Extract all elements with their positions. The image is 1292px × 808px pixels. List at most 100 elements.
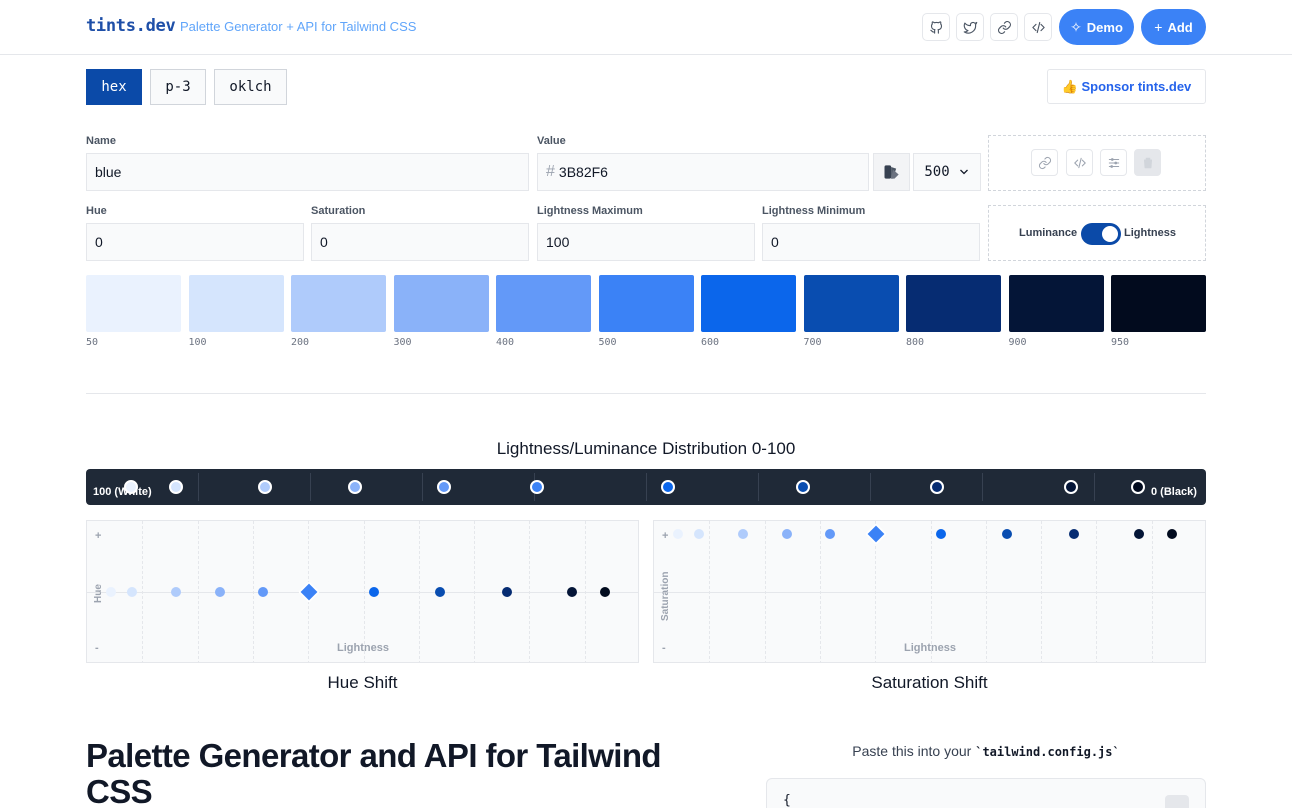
distribution-handle-200[interactable] [258, 480, 272, 494]
saturation-label: Saturation [311, 205, 366, 217]
grid-line [1151, 521, 1153, 662]
shift-point-500[interactable] [298, 581, 320, 603]
swatch-800[interactable] [906, 275, 1001, 332]
grid-line [584, 521, 586, 662]
name-input[interactable]: blue [86, 153, 529, 191]
add-button[interactable]: + Add [1141, 9, 1206, 45]
distribution-white-label: 100 (White) [93, 486, 152, 498]
swatch-label: 400 [496, 337, 515, 348]
grid-line [1096, 521, 1098, 662]
hue-plus: + [95, 530, 102, 542]
swatch-950[interactable] [1111, 275, 1206, 332]
luminance-lightness-toggle[interactable] [1081, 223, 1121, 245]
swatch-400[interactable] [496, 275, 591, 332]
distribution-handle-600[interactable] [661, 480, 675, 494]
copy-config-button[interactable] [1165, 795, 1189, 808]
color-picker-button[interactable] [873, 153, 910, 191]
distribution-handle-700[interactable] [796, 480, 810, 494]
config-code-block[interactable]: { [766, 778, 1206, 808]
lightness-min-input[interactable]: 0 [762, 223, 980, 261]
toggle-knob [1102, 226, 1118, 242]
shift-point-200[interactable] [738, 529, 748, 539]
distribution-handle-950[interactable] [1131, 480, 1145, 494]
shift-point-800[interactable] [502, 587, 512, 597]
shade-select[interactable]: 500 [913, 153, 981, 191]
link-button[interactable] [990, 13, 1018, 41]
saturation-axis-label: Saturation [660, 571, 671, 621]
swatch-200[interactable] [291, 275, 386, 332]
github-icon [929, 20, 942, 34]
swatch-label: 100 [188, 337, 207, 348]
lightness-max-input[interactable]: 100 [537, 223, 755, 261]
shift-point-900[interactable] [567, 587, 577, 597]
palette-icon [884, 165, 899, 179]
tab-oklch[interactable]: oklch [214, 69, 287, 105]
value-input[interactable]: # 3B82F6 [537, 153, 869, 191]
distribution-handle-300[interactable] [348, 480, 362, 494]
distribution-handle-800[interactable] [930, 480, 944, 494]
distribution-handle-50[interactable] [124, 480, 138, 494]
plus-icon: + [1154, 19, 1163, 35]
code-button[interactable] [1024, 13, 1052, 41]
swatch-label: 200 [291, 337, 310, 348]
copy-code-button[interactable] [1066, 149, 1093, 176]
distribution-handle-500[interactable] [530, 480, 544, 494]
saturation-shift-title: Saturation Shift [871, 673, 988, 692]
shift-point-200[interactable] [171, 587, 181, 597]
shift-point-950[interactable] [600, 587, 610, 597]
shift-point-400[interactable] [825, 529, 835, 539]
divider [86, 393, 1206, 394]
tab-hex[interactable]: hex [86, 69, 142, 105]
grid-line [474, 521, 476, 662]
shift-point-100[interactable] [694, 529, 704, 539]
shift-point-600[interactable] [369, 587, 379, 597]
distribution-tick [422, 473, 423, 501]
lightness-max-value: 100 [546, 234, 570, 250]
sliders-icon [1108, 157, 1119, 168]
shift-point-700[interactable] [1002, 529, 1012, 539]
settings-button[interactable] [1100, 149, 1127, 176]
hue-input[interactable]: 0 [86, 223, 304, 261]
grid-line [418, 521, 420, 662]
tab-p3[interactable]: p-3 [150, 69, 206, 105]
swatch-600[interactable] [701, 275, 796, 332]
shift-point-400[interactable] [258, 587, 268, 597]
grid-line [819, 521, 821, 662]
shift-point-50[interactable] [673, 529, 683, 539]
shift-point-100[interactable] [127, 587, 137, 597]
swatch-300[interactable] [393, 275, 489, 332]
code-icon [1031, 21, 1045, 33]
shift-point-600[interactable] [936, 529, 946, 539]
top-header: tints.dev Palette Generator + API for Ta… [0, 0, 1292, 55]
github-button[interactable] [922, 13, 950, 41]
trash-icon [1143, 157, 1152, 168]
distribution-handle-100[interactable] [169, 480, 183, 494]
distribution-handle-900[interactable] [1064, 480, 1078, 494]
saturation-input[interactable]: 0 [311, 223, 529, 261]
shift-point-50[interactable] [106, 587, 116, 597]
shift-point-900[interactable] [1134, 529, 1144, 539]
swatch-900[interactable] [1008, 275, 1104, 332]
shift-point-950[interactable] [1167, 529, 1177, 539]
distribution-handle-400[interactable] [437, 480, 451, 494]
logo[interactable]: tints.dev [86, 16, 176, 36]
grid-line [930, 521, 932, 662]
hue-label: Hue [86, 205, 107, 217]
shift-point-800[interactable] [1069, 529, 1079, 539]
demo-button[interactable]: ✧ Demo [1059, 9, 1134, 45]
swatch-500[interactable] [598, 275, 694, 332]
copy-link-button[interactable] [1031, 149, 1058, 176]
grid-line [252, 521, 254, 662]
sponsor-button[interactable]: 👍 Sponsor tints.dev [1047, 69, 1206, 104]
swatch-100[interactable] [188, 275, 284, 332]
delete-button[interactable] [1134, 149, 1161, 176]
shift-point-300[interactable] [215, 587, 225, 597]
shift-point-500[interactable] [865, 523, 887, 545]
distribution-tick [870, 473, 871, 501]
swatch-50[interactable] [86, 275, 181, 332]
swatch-700[interactable] [803, 275, 899, 332]
shift-point-300[interactable] [782, 529, 792, 539]
shift-point-700[interactable] [435, 587, 445, 597]
lightness-label: Lightness [1124, 227, 1176, 239]
twitter-button[interactable] [956, 13, 984, 41]
